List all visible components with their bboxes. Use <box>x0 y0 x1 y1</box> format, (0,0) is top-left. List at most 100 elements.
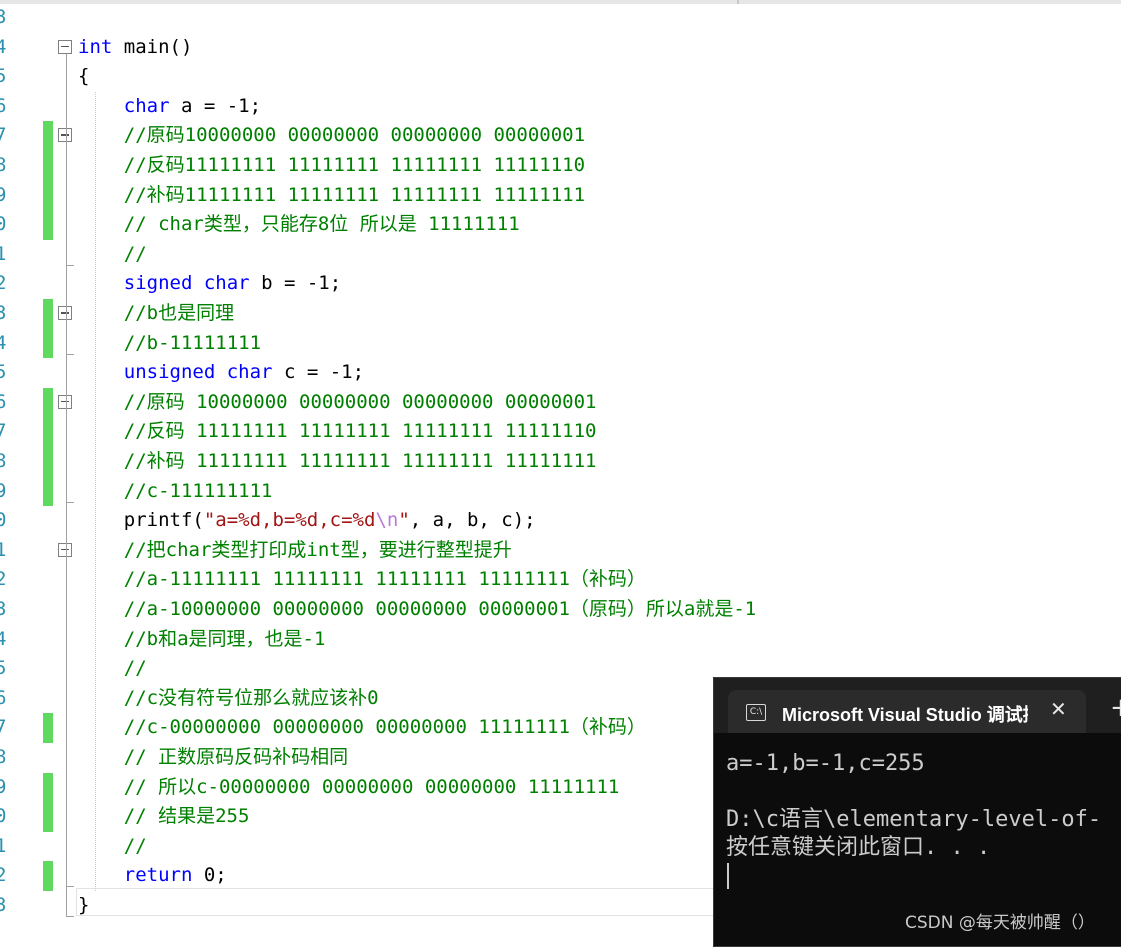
code-line[interactable]: 3 <box>0 3 1121 33</box>
code-token: // char类型，只能存8位 所以是 11111111 <box>123 213 520 236</box>
code-line[interactable]: 6 //原码 10000000 00000000 00000000 000000… <box>0 387 1121 418</box>
collapse-icon[interactable] <box>58 306 72 320</box>
indent-guide <box>95 91 96 891</box>
change-indicator <box>43 387 53 418</box>
code-line[interactable]: 5{ <box>0 62 1121 92</box>
change-indicator <box>43 121 53 151</box>
code-line[interactable]: 1 // <box>0 240 1121 270</box>
code-line[interactable]: 3 //a-10000000 00000000 00000000 0000000… <box>0 595 1121 625</box>
line-number: 8 <box>0 746 7 768</box>
code-line[interactable]: 4 int main() <box>0 33 1121 63</box>
code-line[interactable]: 7 //反码 11111111 11111111 11111111 111111… <box>0 417 1121 447</box>
line-number: 7 <box>0 716 7 739</box>
line-number: 0 <box>0 213 7 236</box>
outline-guide <box>66 556 67 887</box>
line-number: 5 <box>0 65 7 88</box>
line-number: 6 <box>0 390 7 413</box>
code-token: //c-111111111 <box>123 479 273 502</box>
line-number: 1 <box>0 834 7 857</box>
line-number: 4 <box>0 331 7 354</box>
code-line[interactable]: 8 //反码11111111 11111111 11111111 1111111… <box>0 151 1121 181</box>
code-line[interactable]: 0 printf("a=%d,b=%d,c=%d\n", a, b, c); <box>0 506 1121 536</box>
code-text: //把char类型打印成int型，要进行整型提升 <box>78 536 512 566</box>
line-number: 2 <box>0 568 7 591</box>
collapse-icon[interactable] <box>58 542 72 557</box>
code-token: c = -1; <box>272 361 365 384</box>
code-text: //a-11111111 11111111 11111111 11111111（… <box>78 565 646 595</box>
code-text: //反码 11111111 11111111 11111111 11111110 <box>78 417 597 447</box>
console-tab[interactable]: C:\ Microsoft Visual Studio 调试控制台 ✕ <box>728 690 1086 733</box>
line-number: 5 <box>0 361 7 384</box>
code-text: //补码 11111111 11111111 11111111 11111111 <box>78 447 597 477</box>
outline-end-tick <box>66 353 74 355</box>
code-line[interactable]: 2 signed char b = -1; <box>0 269 1121 299</box>
code-line[interactable]: 2 //a-11111111 11111111 11111111 1111111… <box>0 565 1121 595</box>
code-token: signed <box>123 272 193 295</box>
code-line[interactable]: 6 char a = -1; <box>0 92 1121 122</box>
code-token: //原码10000000 00000000 00000000 00000001 <box>123 124 586 147</box>
line-number: 2 <box>0 272 7 295</box>
code-line[interactable]: 1 //把char类型打印成int型，要进行整型提升 <box>0 536 1121 566</box>
console-tab-bar: C:\ Microsoft Visual Studio 调试控制台 ✕ + <box>714 678 1121 733</box>
collapse-icon[interactable] <box>58 128 72 143</box>
console-tab-title: Microsoft Visual Studio 调试控制台 <box>782 705 1028 725</box>
close-icon[interactable]: ✕ <box>1050 697 1067 721</box>
code-token: \n <box>375 509 399 532</box>
code-token: unsigned <box>123 361 216 384</box>
code-token: //原码 10000000 00000000 00000000 00000001 <box>123 390 597 413</box>
outline-end-tick <box>66 264 74 266</box>
code-token: // <box>123 242 147 265</box>
line-number: 3 <box>0 894 7 916</box>
code-token: //a-11111111 11111111 11111111 11111111（… <box>123 568 646 591</box>
code-line[interactable]: 9 //补码11111111 11111111 11111111 1111111… <box>0 180 1121 211</box>
outline-end-tick <box>66 916 74 917</box>
collapse-icon[interactable] <box>58 394 72 409</box>
change-indicator <box>43 417 53 447</box>
code-token: //补码 11111111 11111111 11111111 11111111 <box>123 450 597 472</box>
code-token: main() <box>112 35 193 58</box>
code-line[interactable]: 8 //补码 11111111 11111111 11111111 111111… <box>0 447 1121 477</box>
line-number: 7 <box>0 124 7 147</box>
change-indicator <box>43 328 53 359</box>
code-line[interactable]: 4 //b和a是同理，也是-1 <box>0 625 1121 655</box>
code-text: //a-10000000 00000000 00000000 00000001（… <box>78 595 756 625</box>
new-tab-button[interactable]: + <box>1110 695 1121 721</box>
line-number: 2 <box>0 864 7 887</box>
line-number: 0 <box>0 509 7 532</box>
code-token: a = -1; <box>169 94 262 117</box>
code-text: printf("a=%d,b=%d,c=%d\n", a, b, c); <box>78 506 536 536</box>
console-output-line: 按任意键关闭此窗口. . . <box>726 835 991 860</box>
outline-end-tick <box>66 886 74 888</box>
code-line[interactable]: 9 //c-111111111 <box>0 476 1121 507</box>
code-token: 0; <box>192 864 227 887</box>
code-token: //a-10000000 00000000 00000000 00000001（… <box>123 598 757 620</box>
line-number: 8 <box>0 154 7 176</box>
line-number: 7 <box>0 420 7 443</box>
console-output-line: a=-1,b=-1,c=255 <box>726 751 925 776</box>
code-line[interactable]: 3 //b也是同理 <box>0 299 1121 329</box>
code-line[interactable]: 0 // char类型，只能存8位 所以是 11111111 <box>0 210 1121 240</box>
code-text: //b也是同理 <box>78 299 234 329</box>
code-line[interactable]: 5 unsigned char c = -1; <box>0 358 1121 388</box>
line-number: 0 <box>0 805 7 828</box>
collapse-icon[interactable] <box>58 39 72 54</box>
debug-console-window[interactable]: C:\ Microsoft Visual Studio 调试控制台 ✕ + a=… <box>713 677 1121 947</box>
code-token: //c没有符号位那么就应该补0 <box>123 686 379 709</box>
change-indicator <box>43 772 53 803</box>
code-line[interactable]: 7 //原码10000000 00000000 00000000 0000000… <box>0 121 1121 151</box>
code-line[interactable]: 4 //b-11111111 <box>0 328 1121 359</box>
code-text: //b和a是同理，也是-1 <box>78 625 326 655</box>
